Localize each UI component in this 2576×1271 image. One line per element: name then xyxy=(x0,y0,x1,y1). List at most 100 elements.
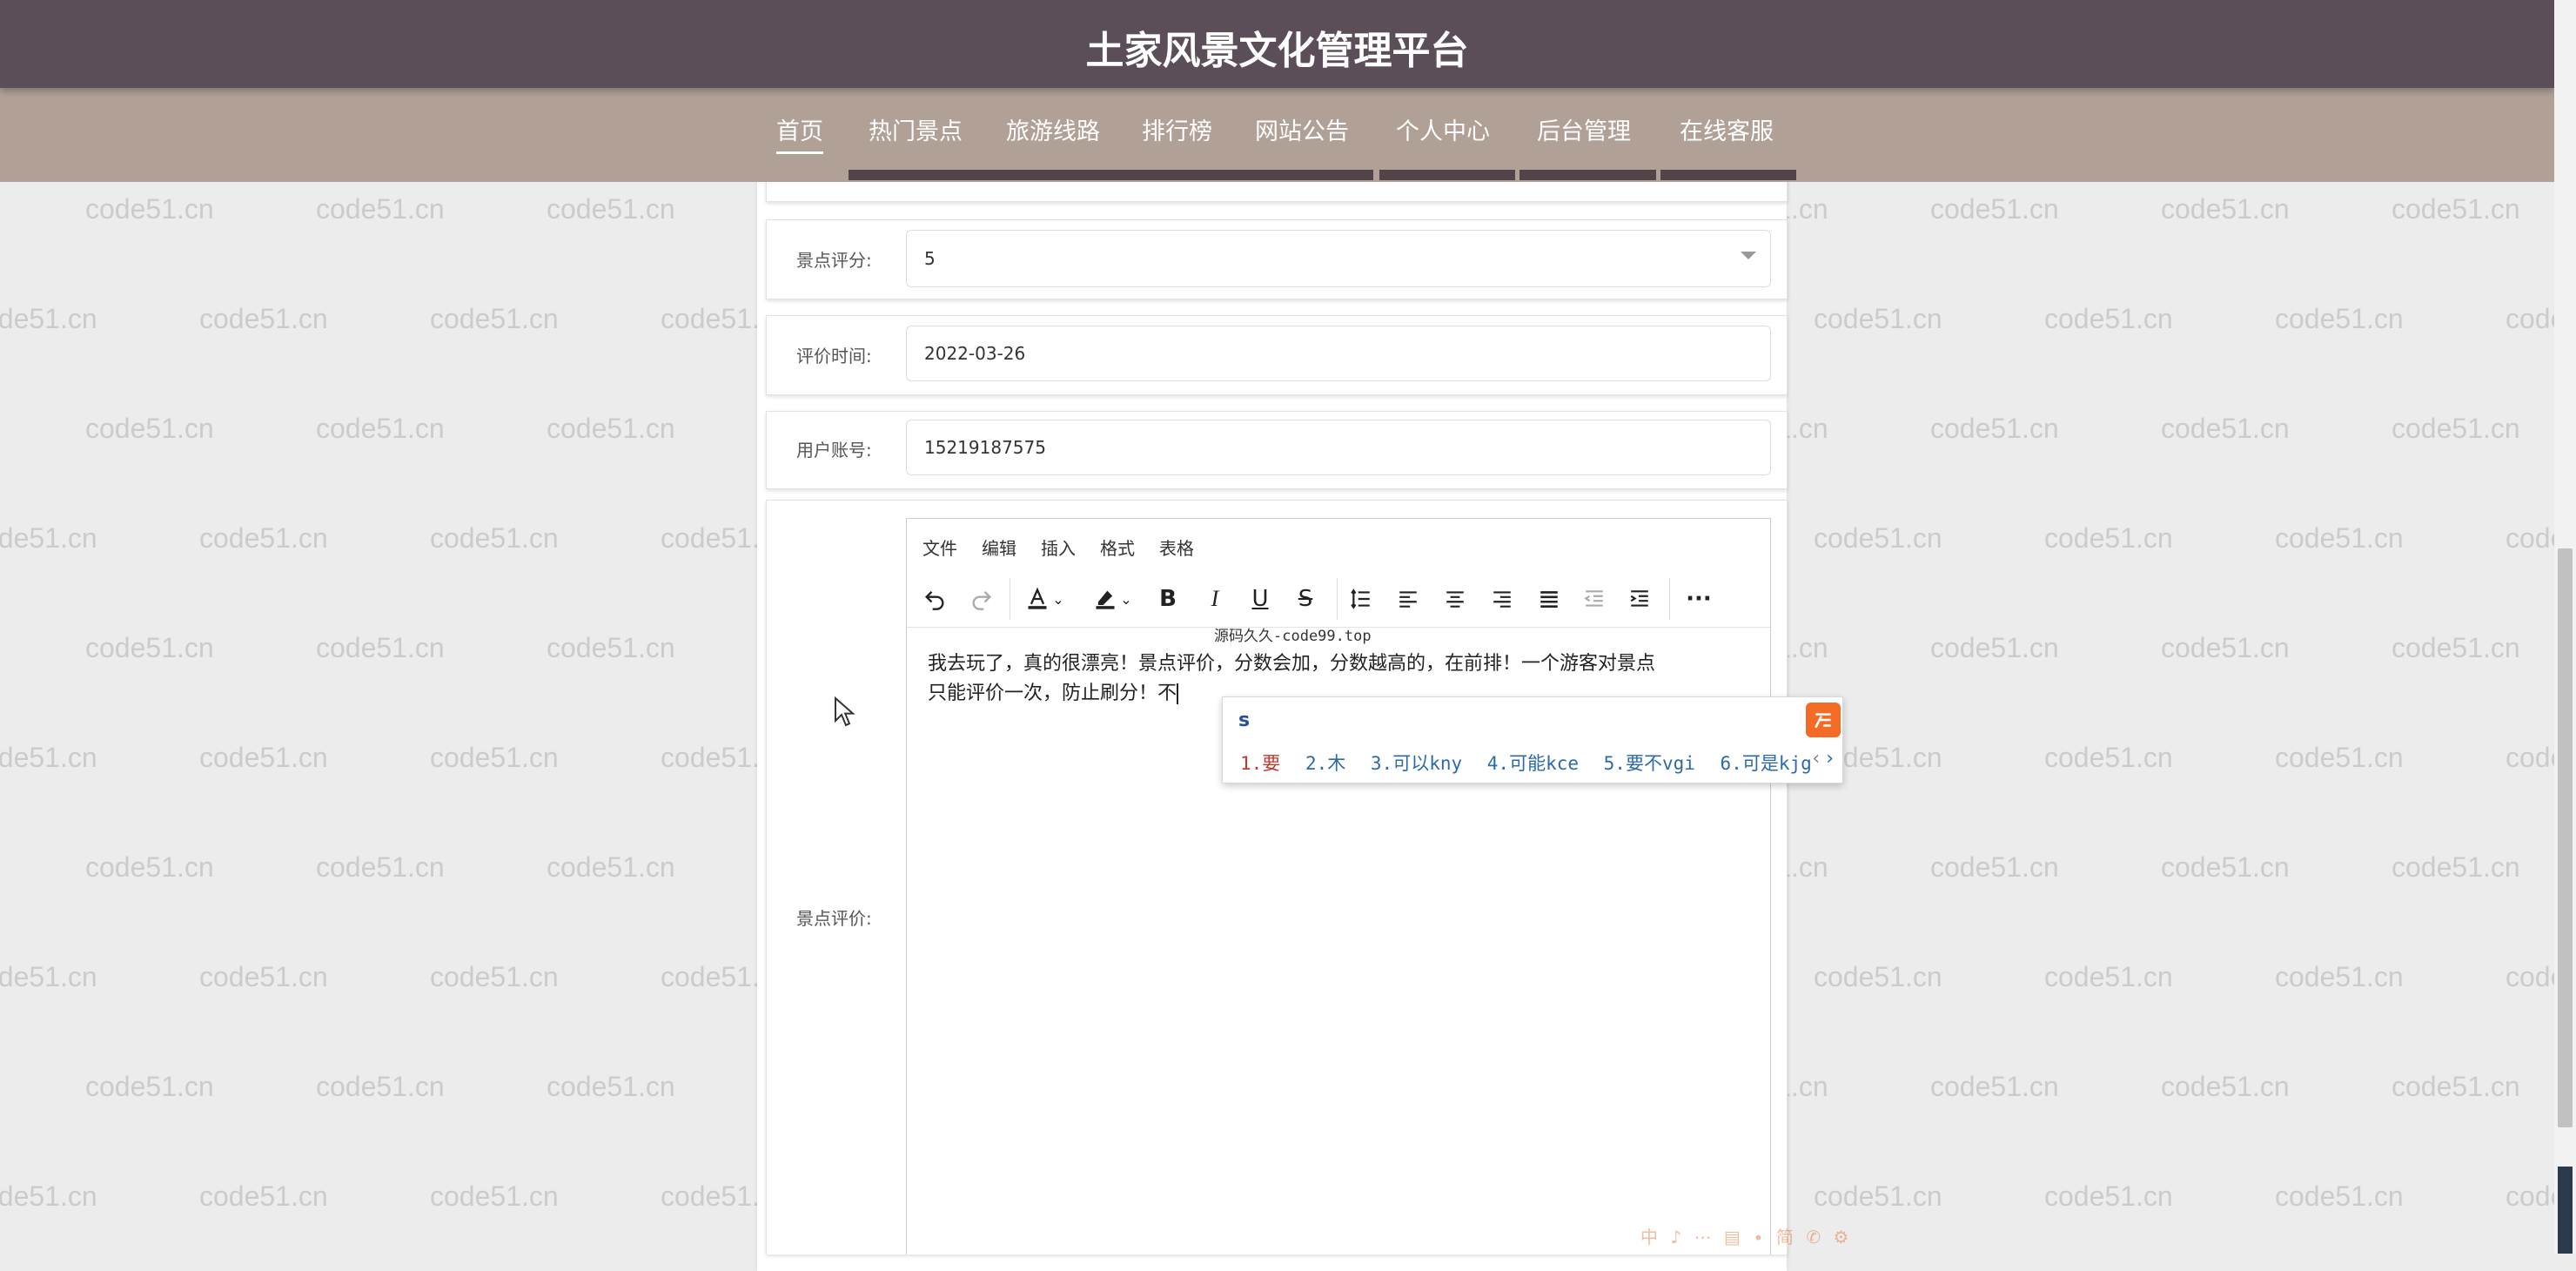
italic-icon[interactable]: I xyxy=(1197,580,1232,618)
form-row-review: 景点评价: 文件 编辑 插入 格式 表格 ⌄ ⌄ B I U S ··· 我去玩… xyxy=(766,500,1788,1254)
chevron-down-icon[interactable]: ⌄ xyxy=(1116,580,1137,618)
ime-status-bar[interactable]: 中 ♪ ⋯ ▤ ∙ 简 ✆ ⚙ xyxy=(1640,1223,1852,1248)
user-account-label: 用户账号: xyxy=(796,440,872,461)
watermark-text: code51.cn xyxy=(0,303,97,334)
menu-file[interactable]: 文件 xyxy=(922,535,957,560)
user-account-field[interactable]: 15219187575 xyxy=(906,420,1771,475)
watermark-text: code51.cn xyxy=(1930,851,2059,883)
watermark-text: code51.cn xyxy=(85,632,214,663)
watermark-text: code51.cn xyxy=(2392,632,2520,663)
align-justify-icon[interactable] xyxy=(1532,580,1566,618)
ime-candidate[interactable]: 3.可以kny xyxy=(1371,753,1462,774)
tab-stub xyxy=(1660,170,1796,180)
undo-icon[interactable] xyxy=(917,580,952,618)
ime-candidate-popup[interactable]: s 1.要 2.木 3.可以kny 4.可能kce 5.要不vgi 6.可是kj… xyxy=(1222,696,1843,783)
watermark-text: code51.cn xyxy=(430,1180,559,1212)
nav-item-announcements[interactable]: 网站公告 xyxy=(1255,112,1349,146)
editor-menubar: 文件 编辑 插入 格式 表格 xyxy=(907,519,1770,571)
outdent-icon[interactable] xyxy=(1577,580,1612,618)
ime-candidate[interactable]: 1.要 xyxy=(1240,753,1280,774)
ime-candidate[interactable]: 5.要不vgi xyxy=(1604,753,1695,774)
review-time-label: 评价时间: xyxy=(796,346,872,367)
more-icon[interactable]: ··· xyxy=(1681,580,1716,618)
align-left-icon[interactable] xyxy=(1391,580,1426,618)
ime-candidate[interactable]: 4.可能kce xyxy=(1487,753,1579,774)
chevron-down-icon xyxy=(1741,252,1756,259)
watermark-text: code51.cn xyxy=(1930,632,2059,663)
watermark-text: code51.cn xyxy=(0,1180,97,1212)
watermark-text: code51.cn xyxy=(547,413,675,444)
watermark-text: code51.cn xyxy=(0,742,97,773)
menu-insert[interactable]: 插入 xyxy=(1041,535,1076,560)
watermark-text: code51.cn xyxy=(430,742,559,773)
chevron-left-icon[interactable]: ‹ xyxy=(1812,748,1820,770)
rating-value: 5 xyxy=(924,248,936,269)
menu-edit[interactable]: 编辑 xyxy=(982,535,1016,560)
watermark-text: code51.cn xyxy=(2161,851,2290,883)
align-right-icon[interactable] xyxy=(1485,580,1519,618)
watermark-text: code51.cn xyxy=(85,193,214,225)
nav-item-profile[interactable]: 个人中心 xyxy=(1396,112,1490,146)
review-time-value: 2022-03-26 xyxy=(924,343,1026,364)
site-title: 土家风景文化管理平台 xyxy=(1085,29,1469,73)
watermark-text: code51.cn xyxy=(1930,413,2059,444)
strikethrough-icon[interactable]: S xyxy=(1288,580,1323,618)
watermark-text: code51.cn xyxy=(2275,1180,2404,1212)
review-time-field[interactable]: 2022-03-26 xyxy=(906,326,1771,381)
underline-icon[interactable]: U xyxy=(1243,580,1278,618)
nav-item-routes[interactable]: 旅游线路 xyxy=(1006,112,1100,146)
chevron-down-icon[interactable]: ⌄ xyxy=(1048,580,1069,618)
tab-stub xyxy=(1519,170,1656,180)
editor-text-line: 我去玩了，真的很漂亮！景点评价，分数会加，分数越高的，在前排！一个游客对景点 xyxy=(928,653,1656,675)
scrollbar-thumb[interactable] xyxy=(2558,548,2573,1127)
watermark-text: code51.cn xyxy=(199,742,328,773)
page-scrollbar[interactable] xyxy=(2554,0,2576,1254)
rating-select[interactable]: 5 xyxy=(906,230,1771,287)
watermark-text: code51.cn xyxy=(2044,742,2173,773)
watermark-text: code51.cn xyxy=(1930,193,2059,225)
ime-page-nav: ‹ › xyxy=(1812,748,1834,770)
nav-item-home[interactable]: 首页 xyxy=(776,112,823,154)
watermark-text: code51.cn xyxy=(1930,1071,2059,1102)
indent-icon[interactable] xyxy=(1622,580,1657,618)
ime-candidate[interactable]: 6.可是kjg xyxy=(1721,753,1812,774)
watermark-text: code51.cn xyxy=(2392,851,2520,883)
form-row-rating: 景点评分: 5 xyxy=(766,219,1788,299)
form-row-review-time: 评价时间: 2022-03-26 xyxy=(766,315,1788,395)
nav-item-hot-spots[interactable]: 热门景点 xyxy=(869,112,963,146)
align-center-icon[interactable] xyxy=(1438,580,1472,618)
redo-icon[interactable] xyxy=(964,580,999,618)
menu-table[interactable]: 表格 xyxy=(1159,535,1194,560)
watermark-text: code51.cn xyxy=(316,413,445,444)
watermark-text: code51.cn xyxy=(85,413,214,444)
tab-stub xyxy=(849,170,1373,180)
scrollbar-marker xyxy=(2558,1167,2573,1254)
menu-format[interactable]: 格式 xyxy=(1100,535,1135,560)
main-nav: 首页 热门景点 旅游线路 排行榜 网站公告 个人中心 后台管理 在线客服 xyxy=(0,88,2554,182)
watermark-text: code51.cn xyxy=(2161,193,2290,225)
nav-item-support[interactable]: 在线客服 xyxy=(1680,112,1774,146)
text-caret xyxy=(1177,683,1179,704)
watermark-text: code51.cn xyxy=(430,522,559,554)
watermark-text: code51.cn xyxy=(316,1071,445,1102)
ime-candidate[interactable]: 2.木 xyxy=(1305,753,1345,774)
watermark-text: code51.cn xyxy=(2044,522,2173,554)
tab-stub xyxy=(1379,170,1515,180)
watermark-text: code51.cn xyxy=(2044,1180,2173,1212)
watermark-text: code51.cn xyxy=(430,961,559,992)
nav-item-admin[interactable]: 后台管理 xyxy=(1537,112,1631,146)
bold-icon[interactable]: B xyxy=(1150,580,1185,618)
watermark-text: code51.cn xyxy=(0,961,97,992)
line-height-icon[interactable] xyxy=(1344,580,1379,618)
watermark-text: code51.cn xyxy=(2275,303,2404,334)
watermark-text: code51.cn xyxy=(1814,303,1942,334)
source-overlay-text: 源码久久-code99.top xyxy=(1214,628,1372,645)
nav-item-ranking[interactable]: 排行榜 xyxy=(1142,112,1212,146)
chevron-right-icon[interactable]: › xyxy=(1826,748,1834,770)
watermark-text: code51.cn xyxy=(85,851,214,883)
watermark-text: code51.cn xyxy=(2392,1071,2520,1102)
watermark-text: code51.cn xyxy=(199,522,328,554)
ime-input-text: s xyxy=(1238,709,1251,731)
watermark-text: code51.cn xyxy=(1814,1180,1942,1212)
watermark-text: code51.cn xyxy=(316,851,445,883)
